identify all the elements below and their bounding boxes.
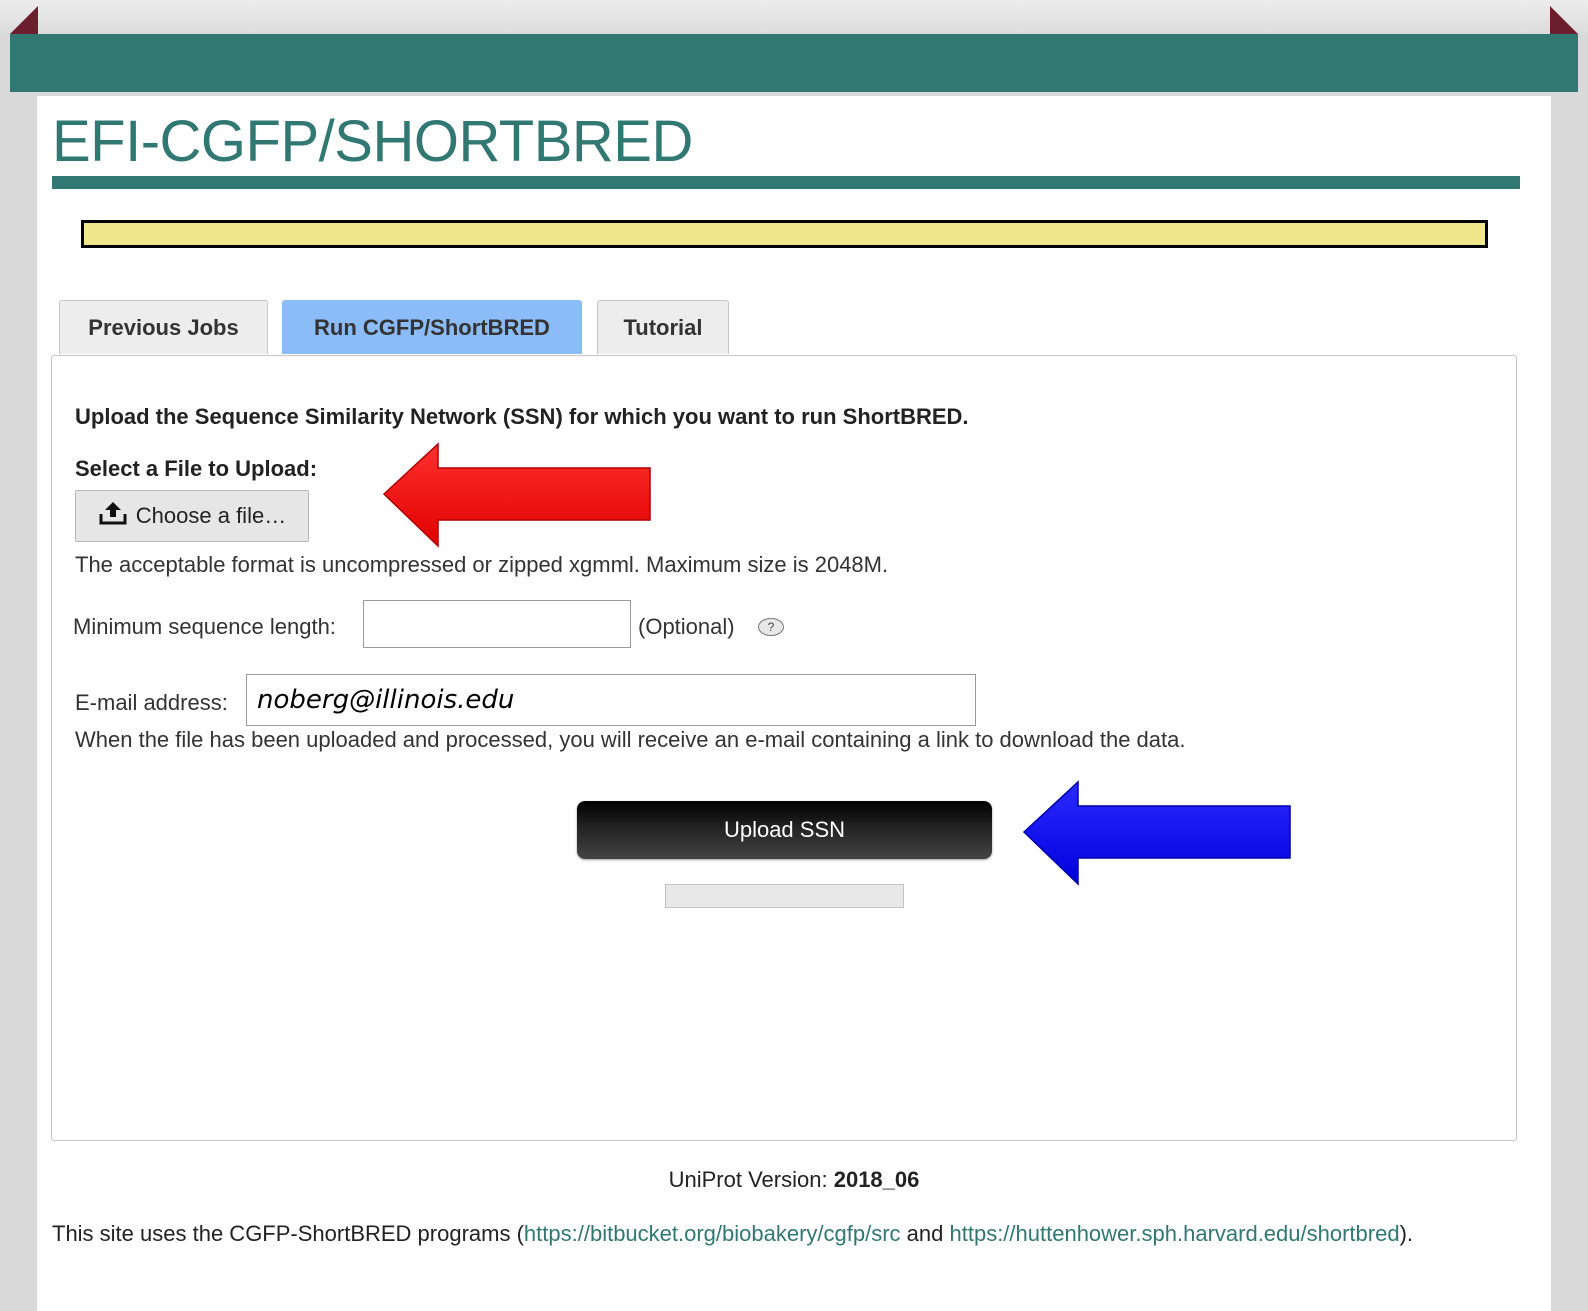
upload-ssn-button[interactable]: Upload SSN <box>577 801 992 859</box>
format-note: The acceptable format is uncompressed or… <box>75 552 889 577</box>
tab-run-cgfp-shortbred[interactable]: Run CGFP/ShortBRED <box>282 300 582 354</box>
upload-panel: Upload the Sequence Similarity Network (… <box>51 355 1517 1141</box>
notice-banner <box>81 220 1488 248</box>
email-field[interactable] <box>246 674 976 726</box>
min-length-input[interactable] <box>363 600 631 648</box>
tab-previous-jobs[interactable]: Previous Jobs <box>59 300 268 354</box>
ribbon-right-decoration <box>1550 6 1578 34</box>
uniprot-version: UniProt Version: 2018_06 <box>37 1167 1551 1193</box>
blue-arrow-annotation <box>1022 780 1291 886</box>
upload-progress-bar <box>665 884 904 908</box>
optional-label: (Optional) <box>638 614 735 639</box>
ribbon-left-decoration <box>10 6 38 34</box>
help-icon[interactable]: ? <box>758 618 784 636</box>
uniprot-version-value: 2018_06 <box>833 1167 920 1192</box>
credit-prefix: This site uses the CGFP-ShortBRED progra… <box>52 1221 524 1246</box>
min-length-label: Minimum sequence length: <box>73 614 336 639</box>
browser-top-strip <box>0 0 1588 34</box>
title-rule <box>52 176 1520 189</box>
upload-intro: Upload the Sequence Similarity Network (… <box>75 404 969 429</box>
header-bar <box>10 34 1578 92</box>
cgfp-link[interactable]: https://bitbucket.org/biobakery/cgfp/src <box>524 1221 901 1246</box>
shortbred-link[interactable]: https://huttenhower.sph.harvard.edu/shor… <box>950 1221 1400 1246</box>
site-title: EFI-CGFP/SHORTBRED <box>52 109 693 174</box>
file-select-label: Select a File to Upload: <box>75 456 318 481</box>
tab-tutorial[interactable]: Tutorial <box>597 300 729 354</box>
page-content: EFI-CGFP/SHORTBRED Previous Jobs Run CGF… <box>37 96 1551 1311</box>
choose-file-label: Choose a file… <box>135 503 287 528</box>
email-note: When the file has been uploaded and proc… <box>75 727 1186 752</box>
footer-credit: This site uses the CGFP-ShortBRED progra… <box>52 1219 1452 1248</box>
choose-file-button[interactable]: Choose a file… <box>75 490 309 542</box>
credit-suffix: ). <box>1399 1221 1414 1246</box>
uniprot-version-label: UniProt Version: <box>668 1167 828 1192</box>
upload-icon <box>98 500 128 532</box>
email-label: E-mail address: <box>75 690 228 715</box>
red-arrow-annotation <box>382 442 651 548</box>
credit-and: and <box>900 1221 950 1246</box>
